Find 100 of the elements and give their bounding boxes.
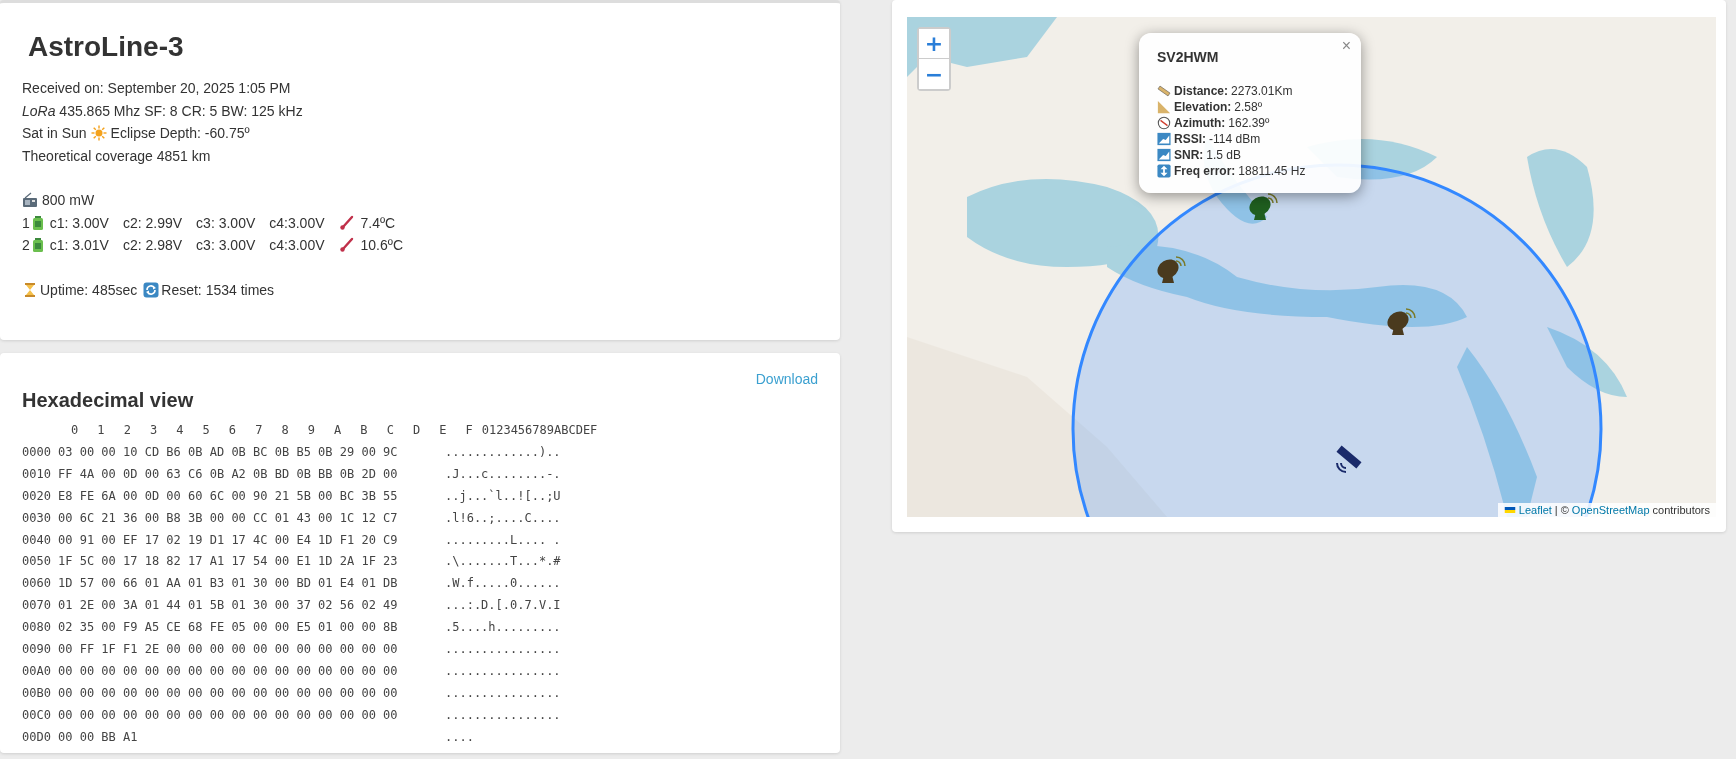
hex-bytes: 02 35 00 F9 A5 CE 68 FE 05 00 00 E5 01 00 00 8B [58,619,399,637]
metric-value: 18811.45 Hz [1238,163,1306,179]
hex-offset: 00C0 [22,706,52,724]
satellite-name: AstroLine-3 [28,31,185,63]
hex-column-header: 9 [306,422,315,439]
hex-column-header: D [411,422,421,439]
hex-column-header: 4 [175,422,184,439]
hex-column-header: 8 [280,422,289,439]
metric-label: Azimuth: [1174,115,1226,131]
eclipse-depth: Eclipse Depth: -60.75º [110,124,250,143]
attribution-separator: | © [1554,504,1569,516]
hex-column-header: 3 [148,422,158,439]
ascii-text: ................ [445,706,561,724]
ascii-text: .........L.... . [445,531,561,549]
ascii-text: .... [445,728,474,746]
close-button[interactable]: × [1337,37,1355,55]
hex-bytes: 00 00 00 00 00 00 00 00 00 00 00 00 00 00 00 00 [58,706,399,724]
ruler-icon [1157,84,1171,98]
signal-chart-icon [1157,132,1171,146]
hex-bytes: 1F 5C 00 17 18 82 17 A1 17 54 00 E1 1D 2A 1F 23 [58,553,399,571]
hex-column-header: E [438,422,447,439]
ascii-text: ................ [445,641,561,659]
hex-bytes: 00 00 BB A1 [58,728,139,746]
download-link[interactable]: Download [755,371,818,387]
metric-label: Elevation: [1174,99,1232,115]
battery-index: 2 [22,236,30,255]
metric-value: -114 dBm [1209,131,1261,147]
ascii-text: .5....h......... [445,619,561,637]
ascii-text: ..j...`l..![..;U [445,487,561,505]
hex-offset: 0030 [22,509,52,527]
hex-offset: 0090 [22,641,52,659]
radio-icon [22,192,38,209]
cell-voltage: c1: 3.01V [49,236,109,255]
compass-icon [1157,116,1171,130]
ascii-text: ................ [445,684,561,702]
flag-icon [1503,504,1516,516]
hex-offset: 0080 [22,619,52,637]
thermometer-icon [338,214,355,231]
hex-offset: 00B0 [22,684,52,702]
ascii-text: .l!6..;....C.... [445,509,561,527]
ascii-text: .\.......T...*.# [445,553,561,571]
hex-offset: 0010 [22,465,52,483]
attribution-suffix: contributors [1652,504,1710,516]
hex-column-header: C [385,422,394,439]
hex-column-header: 1 [96,422,105,439]
cell-voltage: c3: 3.00V [196,213,256,233]
hex-bytes: 00 6C 21 36 00 B8 3B 00 00 CC 01 43 00 1C 12 C7 [58,509,399,527]
battery-temperature: 10.6ºC [360,236,403,255]
hex-offset: 00A0 [22,662,52,680]
hex-bytes: 00 00 00 00 00 00 00 00 00 00 00 00 00 00 00 00 [58,662,399,680]
tx-power: 800 mW [42,191,95,210]
signal-chart-icon [1157,148,1171,162]
hex-offset: 0050 [22,553,52,571]
hex-offset: 0000 [22,443,52,461]
hex-bytes: 00 00 00 00 00 00 00 00 00 00 00 00 00 00 00 00 [58,684,399,702]
cell-voltage: c4:3.00V [269,213,325,233]
hex-bytes: FF 4A 00 0D 00 63 C6 0B A2 0B BD 0B BB 0B 2D 00 [58,465,399,483]
metric-value: 1.5 dB [1206,147,1242,163]
metric-value: 2.58º [1234,99,1263,115]
metric-label: Distance: [1174,83,1229,99]
hex-view-title: Hexadecimal view [22,389,195,412]
hex-offset: 00D0 [22,728,52,746]
station-callsign: SV2HWM [1157,49,1220,65]
up-down-arrow-icon [1157,164,1171,178]
map-view[interactable]: + − × SV2HWM Distance: 2273.01Km Elevation: 2.58º Azimuth: 162.39º RSSI: -114 dBm SNR: 1.5 dB Freq error: 18811.45 Hz Leaflet | © OpenStreetMap contributors [907,17,1716,517]
hex-bytes: 1D 57 00 66 01 AA 01 B3 01 30 00 BD 01 E4 01 DB [58,575,399,593]
hex-column-header: 5 [201,422,210,439]
cell-voltage: c2: 2.99V [122,213,183,233]
received-time: Received on: September 20, 2025 1:05 PM [22,79,291,98]
ascii-text: .J...c........-. [445,465,561,483]
ascii-text: ................ [445,662,561,680]
metric-label: Freq error: [1174,163,1236,179]
battery-temperature: 7.4ºC [360,213,396,233]
hex-column-header: B [359,422,368,439]
hex-bytes: E8 FE 6A 00 0D 00 60 6C 00 90 21 5B 00 BC 3B 55 [58,487,399,505]
sun-icon [90,125,107,142]
thermometer-icon [338,237,355,254]
refresh-icon [143,281,160,298]
coverage-text: Theoretical coverage 4851 km [22,146,211,166]
reset-count: Reset: 1534 times [161,280,275,300]
hex-column-header: 0 [70,422,79,439]
metric-value: 2273.01Km [1231,83,1293,99]
hex-bytes: 03 00 00 10 CD B6 0B AD 0B BC 0B B5 0B 29 00 9C [58,443,399,461]
ascii-text: ...:.D.[.0.7.V.I [445,597,561,615]
leaflet-link[interactable]: Leaflet [1518,504,1552,516]
cell-voltage: c2: 2.98V [122,236,183,255]
metric-label: RSSI: [1174,131,1206,147]
radio-settings: LoRa 435.865 Mhz SF: 8 CR: 5 BW: 125 kHz [22,101,303,121]
cell-voltage: c3: 3.00V [196,236,256,255]
metric-value: 162.39º [1228,115,1270,131]
ascii-text: .............).. [445,443,561,461]
uptime-text: Uptime: 485sec [40,280,138,300]
hex-bytes: 00 FF 1F F1 2E 00 00 00 00 00 00 00 00 00 00 00 [58,641,399,659]
ascii-header: 0123456789ABCDEF [481,422,598,439]
openstreetmap-link[interactable]: OpenStreetMap [1571,504,1650,516]
sun-state: Sat in Sun [22,124,87,143]
metric-label: SNR: [1174,147,1204,163]
zoom-in-button[interactable]: + [919,29,949,59]
hex-column-header: 7 [254,422,263,439]
hex-offset: 0040 [22,531,52,549]
